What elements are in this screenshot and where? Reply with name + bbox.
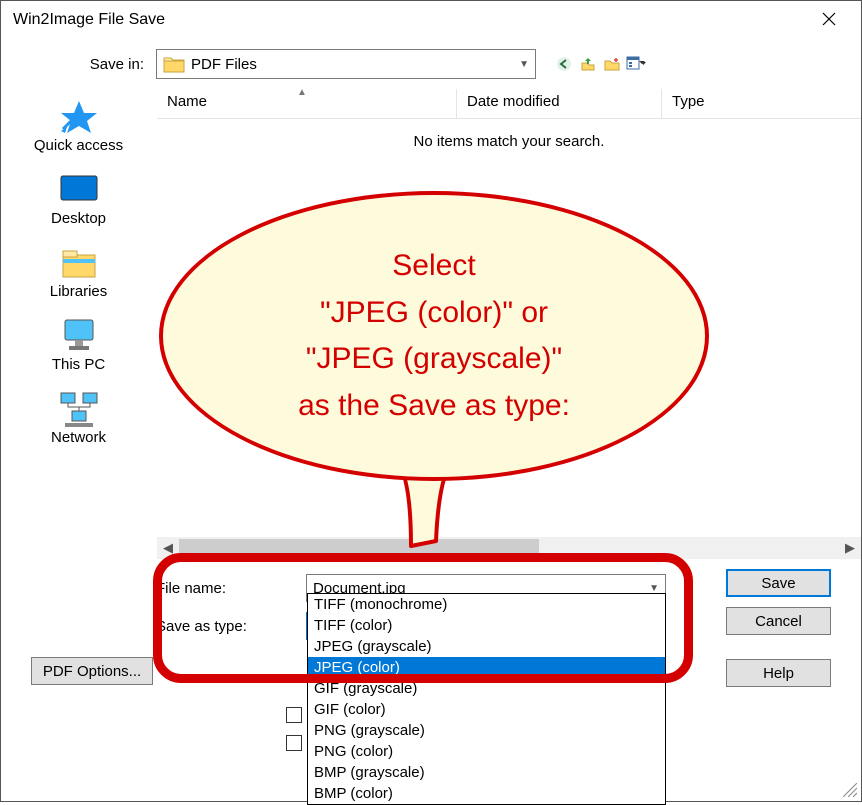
save-in-row: Save in: PDF Files ▼ <box>46 39 861 89</box>
annotation-callout: Select "JPEG (color)" or "JPEG (grayscal… <box>159 191 709 481</box>
scroll-left-icon[interactable]: ◀ <box>157 540 179 556</box>
window-title: Win2Image File Save <box>13 11 165 29</box>
place-network[interactable]: Network <box>1 389 156 446</box>
save-dialog: Win2Image File Save Save in: PDF Files ▼ <box>0 0 862 802</box>
column-type[interactable]: Type <box>662 89 861 118</box>
save-in-value: PDF Files <box>191 56 257 73</box>
view-menu-icon[interactable] <box>626 54 646 74</box>
place-label: Desktop <box>51 210 106 227</box>
place-label: Quick access <box>34 137 123 154</box>
type-option[interactable]: JPEG (color) <box>308 657 665 678</box>
horizontal-scrollbar[interactable]: ◀ ▶ <box>157 537 861 559</box>
column-name[interactable]: Name ▲ <box>157 89 457 118</box>
pdf-options-button[interactable]: PDF Options... <box>31 657 153 685</box>
checkbox-box[interactable] <box>286 735 302 751</box>
back-icon[interactable] <box>554 54 574 74</box>
place-label: Libraries <box>50 283 108 300</box>
save-as-type-label: Save as type: <box>156 618 306 635</box>
sort-indicator-icon: ▲ <box>297 87 307 98</box>
scroll-thumb[interactable] <box>179 539 539 555</box>
cancel-button[interactable]: Cancel <box>726 607 831 635</box>
save-in-label: Save in: <box>46 56 156 73</box>
folder-icon <box>163 55 185 73</box>
type-option[interactable]: PNG (color) <box>308 741 665 762</box>
place-this-pc[interactable]: This PC <box>1 316 156 373</box>
title-bar: Win2Image File Save <box>1 1 861 39</box>
place-label: This PC <box>52 356 105 373</box>
type-option[interactable]: GIF (grayscale) <box>308 678 665 699</box>
this-pc-icon <box>55 316 103 356</box>
file-name-label: File name: <box>156 580 306 597</box>
action-buttons: Save Cancel Help <box>726 569 831 687</box>
place-desktop[interactable]: Desktop <box>1 170 156 227</box>
libraries-icon <box>55 243 103 283</box>
new-folder-icon[interactable] <box>602 54 622 74</box>
network-icon <box>55 389 103 429</box>
type-option[interactable]: BMP (color) <box>308 783 665 804</box>
type-option[interactable]: BMP (grayscale) <box>308 762 665 783</box>
checkbox-box[interactable] <box>286 707 302 723</box>
desktop-icon <box>55 170 103 210</box>
close-button[interactable] <box>809 10 849 31</box>
scroll-track[interactable] <box>179 537 839 559</box>
places-bar: Quick access Desktop Libraries This PC <box>1 89 156 559</box>
column-date[interactable]: Date modified <box>457 89 662 118</box>
chevron-down-icon: ▼ <box>519 59 529 70</box>
type-option[interactable]: TIFF (monochrome) <box>308 594 665 615</box>
save-as-type-options-list[interactable]: TIFF (monochrome)TIFF (color)JPEG (grays… <box>307 593 666 805</box>
scroll-right-icon[interactable]: ▶ <box>839 540 861 556</box>
type-option[interactable]: GIF (color) <box>308 699 665 720</box>
place-label: Network <box>51 429 106 446</box>
help-button[interactable]: Help <box>726 659 831 687</box>
up-icon[interactable] <box>578 54 598 74</box>
chevron-down-icon[interactable]: ▼ <box>649 583 659 594</box>
type-option[interactable]: PNG (grayscale) <box>308 720 665 741</box>
type-option[interactable]: TIFF (color) <box>308 615 665 636</box>
empty-message: No items match your search. <box>157 119 861 150</box>
save-in-dropdown[interactable]: PDF Files ▼ <box>156 49 536 79</box>
toolbar-icons <box>554 54 646 74</box>
resize-grip-icon[interactable] <box>843 783 857 797</box>
type-option[interactable]: JPEG (grayscale) <box>308 636 665 657</box>
column-headers: Name ▲ Date modified Type <box>157 89 861 119</box>
place-libraries[interactable]: Libraries <box>1 243 156 300</box>
save-button[interactable]: Save <box>726 569 831 597</box>
quick-access-icon <box>55 97 103 137</box>
place-quick-access[interactable]: Quick access <box>1 97 156 154</box>
callout-text: Select "JPEG (color)" or "JPEG (grayscal… <box>298 243 570 429</box>
